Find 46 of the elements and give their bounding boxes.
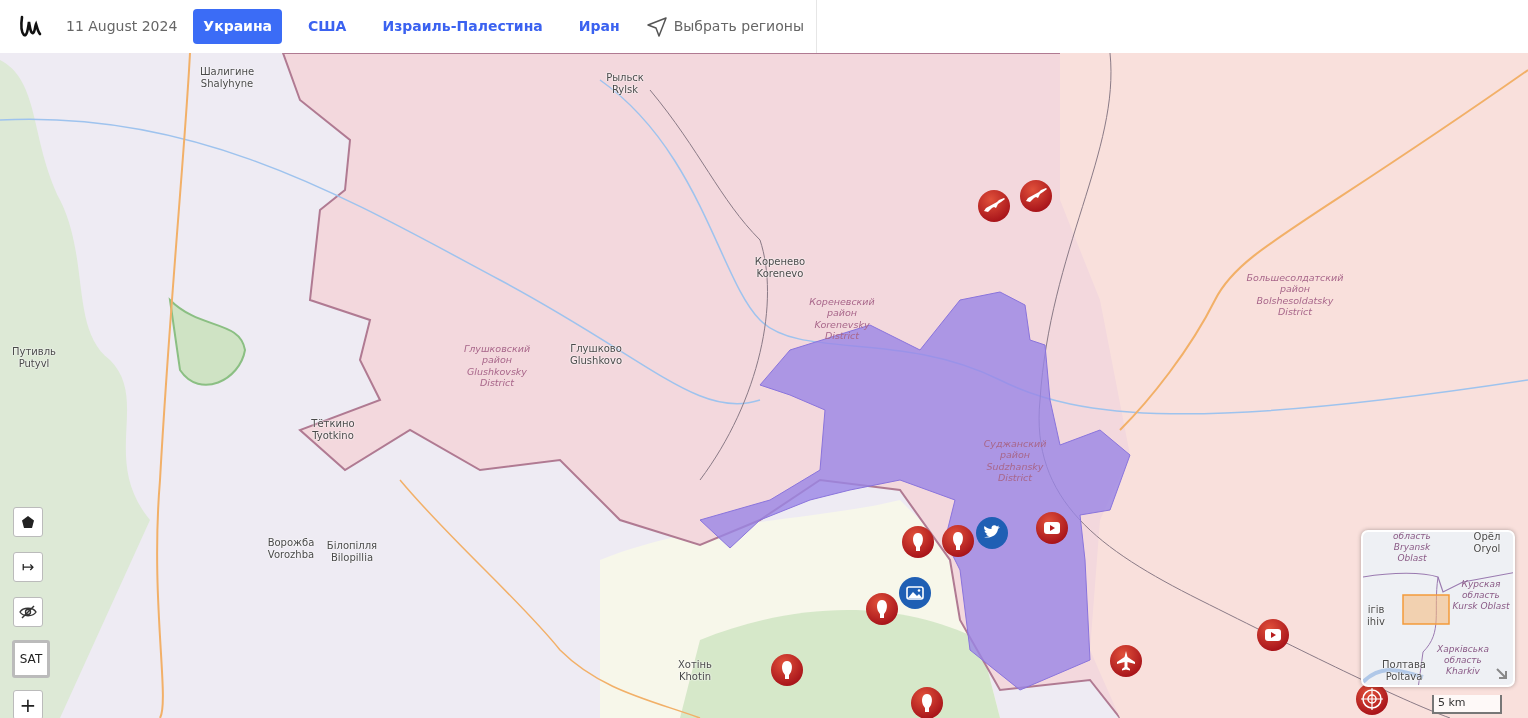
logo-icon[interactable] xyxy=(18,13,42,40)
satellite-toggle-button[interactable]: SAT xyxy=(12,640,50,678)
place-label: Орёл Oryol xyxy=(1473,532,1501,555)
district-label: Суджанский район Sudzhansky District xyxy=(983,438,1047,484)
measure-button[interactable]: ↦ xyxy=(13,552,43,582)
zoom-in-button[interactable]: + xyxy=(13,690,43,718)
region-label: Курская область Kursk Oblast xyxy=(1452,579,1510,612)
region-tab[interactable]: Иран xyxy=(568,9,630,44)
bird-marker-icon[interactable] xyxy=(975,516,1009,550)
expand-arrow-icon[interactable] xyxy=(1495,667,1509,681)
hide-layers-button[interactable] xyxy=(13,597,43,627)
district-label: Большесолдатский район Bolshesoldatsky District xyxy=(1246,272,1344,318)
bomb-marker-icon[interactable] xyxy=(901,525,935,559)
place-label: Полтава Poltava xyxy=(1382,659,1426,683)
date-label: 11 August 2024 xyxy=(66,17,178,36)
scale-bar: 5 km xyxy=(1432,695,1502,714)
eye-slash-icon xyxy=(19,605,37,619)
region-tab[interactable]: Израиль-Палестина xyxy=(372,9,553,44)
district-label: Глушковский район Glushkovsky District xyxy=(463,343,531,389)
bomb-marker-icon[interactable] xyxy=(865,592,899,626)
draw-shape-button[interactable] xyxy=(13,507,43,537)
region-picker-button[interactable]: Выбрать регионы xyxy=(667,16,804,37)
pentagon-icon xyxy=(21,515,35,529)
district-label: Кореневский район Korenevsky District xyxy=(809,296,875,342)
place-label: Путивль Putyvl xyxy=(12,346,56,370)
video-marker-icon[interactable] xyxy=(1035,511,1069,545)
place-label: Ворожба Vorozhba xyxy=(267,537,315,561)
region-tab[interactable]: США xyxy=(298,9,357,44)
navigation-arrow-icon[interactable] xyxy=(645,15,668,38)
region-tab[interactable]: Украина xyxy=(193,9,283,44)
region-label: область Bryansk Oblast xyxy=(1393,532,1431,564)
bomb-marker-icon[interactable] xyxy=(941,524,975,558)
place-label: Глушково Glushkovo xyxy=(570,343,622,367)
region-label: Харківська область Kharkiv xyxy=(1437,644,1489,677)
place-label: Хотінь Khotin xyxy=(678,659,712,683)
photo-marker-icon[interactable] xyxy=(898,576,932,610)
place-label: Рыльск Rylsk xyxy=(606,72,644,96)
place-label: Коренево Korenevo xyxy=(754,256,806,280)
place-label: Шалигине Shalyhyne xyxy=(199,66,255,90)
place-label: Білопілля Bilopillia xyxy=(326,540,378,564)
bomb-marker-icon[interactable] xyxy=(770,653,804,687)
jet-marker-icon[interactable] xyxy=(1109,644,1143,678)
video-marker-icon[interactable] xyxy=(1256,618,1290,652)
place-label: ігів ihiv xyxy=(1367,604,1385,628)
place-label: Тёткино Tyotkino xyxy=(311,418,355,442)
bomb-marker-icon[interactable] xyxy=(910,686,944,718)
